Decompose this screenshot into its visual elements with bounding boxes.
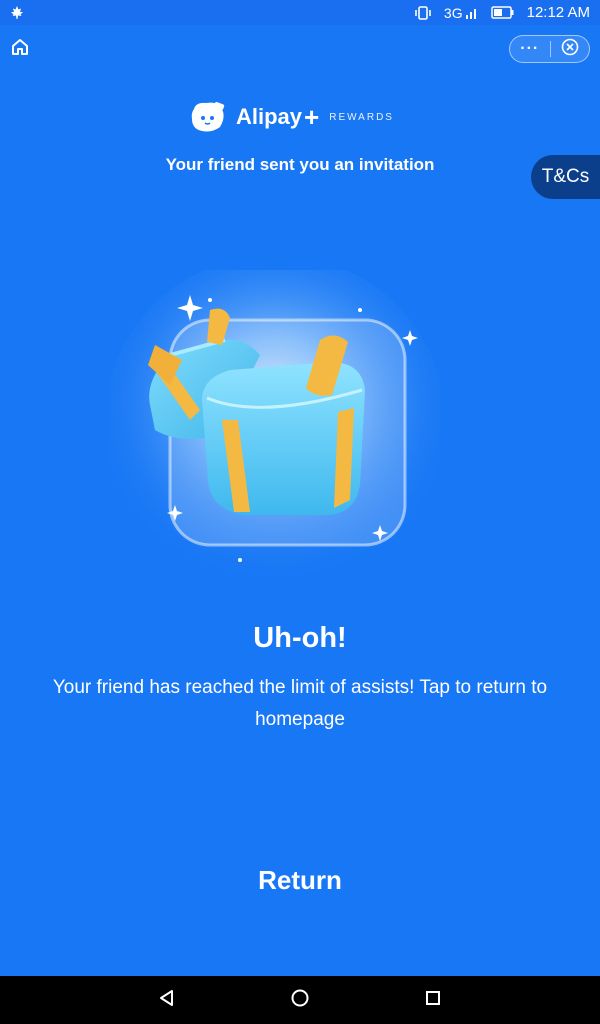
maple-leaf-icon — [10, 5, 24, 20]
battery-icon — [490, 6, 515, 19]
close-button[interactable] — [550, 36, 589, 62]
nav-recents-button[interactable] — [413, 980, 453, 1020]
vibrate-icon — [414, 5, 432, 20]
home-button[interactable] — [8, 37, 32, 61]
home-icon — [10, 37, 30, 62]
status-bar: 3G 12:12 AM — [0, 0, 600, 25]
nav-home-button[interactable] — [280, 980, 320, 1020]
nav-back-button[interactable] — [147, 980, 187, 1020]
alipay-rewards-logo: Alipay + REWARDS — [188, 98, 394, 136]
invitation-text: Your friend sent you an invitation — [165, 155, 435, 174]
recents-square-icon — [424, 989, 442, 1012]
return-button[interactable]: Return — [200, 855, 400, 905]
page-title: Uh-oh! — [253, 622, 347, 654]
rewards-label: REWARDS — [329, 111, 394, 123]
status-message: Your friend has reached the limit of ass… — [52, 677, 548, 730]
back-triangle-icon — [158, 989, 176, 1012]
system-nav-bar — [0, 976, 600, 1024]
more-button[interactable]: ··· — [510, 36, 550, 62]
tnc-button[interactable]: T&Cs — [531, 155, 600, 199]
network-type: 3G — [443, 4, 463, 21]
brand-plus: + — [304, 102, 320, 132]
close-circle-icon — [561, 38, 579, 61]
brand-name: Alipay — [236, 104, 303, 129]
alipay-mascot-icon — [188, 99, 228, 135]
clock: 12:12 AM — [526, 4, 590, 21]
mini-app-capsule: ··· — [509, 35, 590, 63]
gift-box-illustration — [105, 255, 445, 590]
signal-icon: 3G — [444, 5, 479, 21]
home-circle-icon — [290, 988, 310, 1013]
